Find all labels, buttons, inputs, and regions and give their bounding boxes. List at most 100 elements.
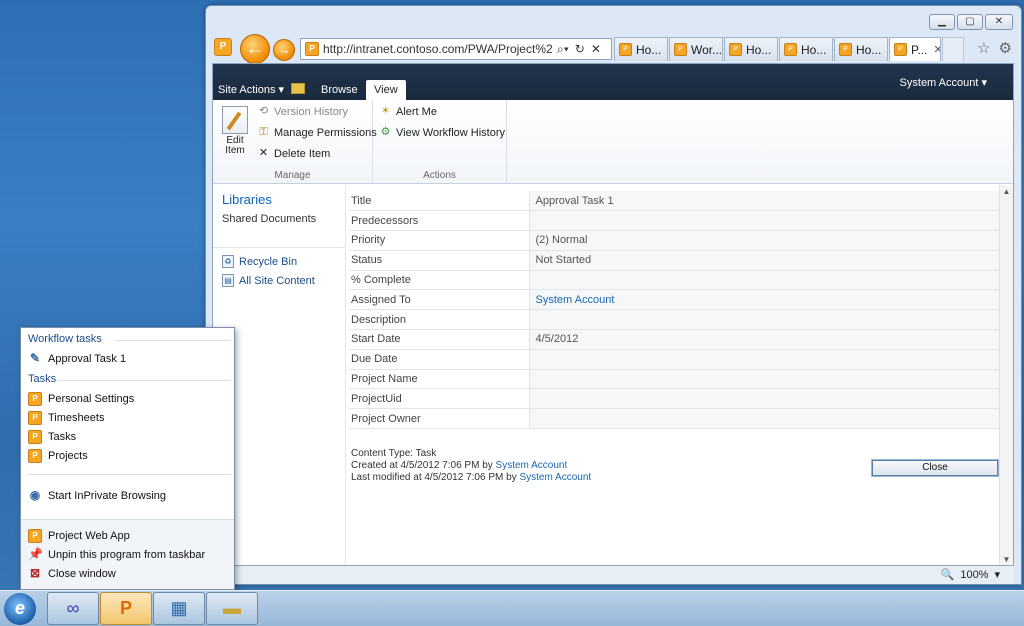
projects-item[interactable]: P Projects xyxy=(28,449,88,463)
modified-by-link[interactable]: System Account xyxy=(519,472,591,483)
libraries-heading[interactable]: Libraries xyxy=(222,192,272,207)
tab-close-icon[interactable]: ✕ xyxy=(933,43,940,56)
field-label: Predecessors xyxy=(349,210,530,232)
recycle-bin-link[interactable]: ♻ Recycle Bin xyxy=(222,255,297,268)
table-row: Start Date 4/5/2012 xyxy=(349,329,1001,350)
modified-prefix: Last modified at 4/5/2012 7:06 PM by xyxy=(351,472,517,483)
internet-explorer-icon[interactable]: e xyxy=(4,593,36,625)
minimize-button[interactable]: ▁ xyxy=(929,14,955,30)
site-actions-menu[interactable]: Site Actions ▾ xyxy=(218,83,284,96)
tasks-item[interactable]: P Tasks xyxy=(28,430,76,444)
refresh-icon[interactable]: ↻ xyxy=(575,42,585,57)
page-favicon-icon: P xyxy=(214,38,232,56)
alert-me-button[interactable]: ✶ Alert Me xyxy=(379,105,437,118)
field-value: 4/5/2012 xyxy=(529,329,1001,350)
version-history-button[interactable]: ⟲ Version History xyxy=(257,105,348,118)
field-value xyxy=(529,349,1001,370)
ribbon-header: Site Actions ▾ Browse View System Accoun… xyxy=(213,64,1013,101)
tab-browse[interactable]: Browse xyxy=(321,84,358,96)
project-app-icon: P xyxy=(119,598,132,618)
table-row: Predecessors xyxy=(349,210,1001,232)
taskbar: e ∞ P ▦ ▬ xyxy=(0,590,1024,626)
close-window-button[interactable]: ✕ xyxy=(985,14,1013,30)
zoom-icon: 🔍 xyxy=(940,569,955,581)
field-label: Priority xyxy=(349,230,530,251)
group-label-manage: Manage xyxy=(274,170,311,181)
infinity-icon: ∞ xyxy=(66,598,80,618)
tab-strip: P Ho... P Wor... P Ho... P Ho... P Ho... P P..… xyxy=(614,37,964,61)
taskbar-app-project[interactable]: P xyxy=(100,592,152,625)
view-workflow-history-button[interactable]: ⚙ View Workflow History xyxy=(379,126,505,139)
tools-gear-icon[interactable]: ⚙ xyxy=(999,39,1012,57)
tab-label: Ho... xyxy=(801,42,827,57)
modified-info: Last modified at 4/5/2012 7:06 PM by Sys… xyxy=(351,472,591,483)
alert-bell-icon: ✶ xyxy=(380,105,391,117)
tab-3[interactable]: P Ho... xyxy=(724,37,778,61)
table-row: Project Owner xyxy=(349,408,1001,430)
tab-label: P... xyxy=(911,42,928,57)
divider xyxy=(57,380,231,381)
field-label: Assigned To xyxy=(349,289,530,311)
field-value xyxy=(529,369,1001,390)
maximize-button[interactable]: ▢ xyxy=(957,14,983,30)
close-button[interactable]: Close xyxy=(871,459,999,477)
created-by-link[interactable]: System Account xyxy=(496,460,568,471)
all-site-content-link[interactable]: ▤ All Site Content xyxy=(222,274,315,287)
stop-icon[interactable]: ✕ xyxy=(591,42,601,57)
tab-5[interactable]: P Ho... xyxy=(834,37,888,61)
timesheets-item[interactable]: P Timesheets xyxy=(28,411,104,425)
alert-me-label: Alert Me xyxy=(396,105,437,118)
tab-view[interactable]: View xyxy=(366,80,406,101)
favorites-star-icon[interactable]: ☆ xyxy=(977,39,990,57)
field-label: Description xyxy=(349,309,530,331)
scroll-down-icon[interactable]: ▼ xyxy=(1000,553,1013,565)
forward-button[interactable]: → xyxy=(273,39,295,61)
navigate-up-icon[interactable] xyxy=(291,83,305,94)
back-button[interactable]: ← xyxy=(240,34,270,64)
search-icon[interactable]: ⌕▾ xyxy=(557,42,569,57)
tab-4[interactable]: P Ho... xyxy=(779,37,833,61)
field-label: Start Date xyxy=(349,329,530,350)
personal-settings-item[interactable]: P Personal Settings xyxy=(28,392,134,406)
tab-2[interactable]: P Wor... xyxy=(669,37,723,61)
scroll-up-icon[interactable]: ▲ xyxy=(1000,185,1013,199)
field-label: Project Owner xyxy=(349,408,530,430)
approval-task-item[interactable]: ✎ Approval Task 1 xyxy=(28,352,126,366)
zoom-dropdown-icon[interactable]: ▾ xyxy=(994,568,1000,581)
taskbar-app-control-panel[interactable]: ▦ xyxy=(153,592,205,625)
workflow-tasks-header: Workflow tasks xyxy=(28,333,102,345)
tab-1[interactable]: P Ho... xyxy=(614,37,668,61)
divider xyxy=(213,247,346,248)
vertical-scrollbar[interactable]: ▲ ▼ xyxy=(999,185,1013,565)
address-bar[interactable]: P http://intranet.contoso.com/PWA/Projec… xyxy=(300,38,612,60)
personal-settings-label: Personal Settings xyxy=(48,393,135,405)
address-text[interactable]: http://intranet.contoso.com/PWA/Project%… xyxy=(323,42,553,56)
all-site-content-label: All Site Content xyxy=(239,274,315,287)
taskbar-app-visualstudio[interactable]: ∞ xyxy=(47,592,99,625)
table-row: Due Date xyxy=(349,349,1001,370)
created-prefix: Created at 4/5/2012 7:06 PM by xyxy=(351,460,493,471)
unpin-label: Unpin this program from taskbar xyxy=(48,549,206,561)
delete-item-button[interactable]: ✕ Delete Item xyxy=(257,147,330,160)
close-window-icon: ⊠ xyxy=(29,566,41,580)
field-label: Due Date xyxy=(349,349,530,370)
table-row: Priority (2) Normal xyxy=(349,230,1001,251)
manage-permissions-button[interactable]: ⚿ Manage Permissions xyxy=(257,126,376,139)
new-tab-button[interactable] xyxy=(942,37,964,61)
created-info: Created at 4/5/2012 7:06 PM by System Ac… xyxy=(351,460,567,471)
edit-item-button[interactable]: Edit Item xyxy=(219,106,251,156)
user-menu[interactable]: System Account ▾ xyxy=(900,76,987,89)
shared-documents-link[interactable]: Shared Documents xyxy=(222,213,316,225)
zoom-control[interactable]: 🔍 100% ▾ xyxy=(940,568,1000,582)
close-window-item[interactable]: ⊠ Close window xyxy=(28,567,116,581)
tab-active[interactable]: P P... ✕ xyxy=(889,37,941,61)
inprivate-item[interactable]: ◉ Start InPrivate Browsing xyxy=(28,489,166,503)
project-web-app-item[interactable]: P Project Web App xyxy=(28,529,130,543)
field-value[interactable]: System Account xyxy=(529,289,1001,311)
control-panel-icon: ▦ xyxy=(170,598,188,618)
unpin-item[interactable]: 📌 Unpin this program from taskbar xyxy=(28,548,205,562)
inprivate-label: Start InPrivate Browsing xyxy=(48,490,166,502)
project-app-icon: P xyxy=(28,449,42,463)
recycle-bin-label: Recycle Bin xyxy=(239,255,298,268)
taskbar-app-notes[interactable]: ▬ xyxy=(206,592,258,625)
